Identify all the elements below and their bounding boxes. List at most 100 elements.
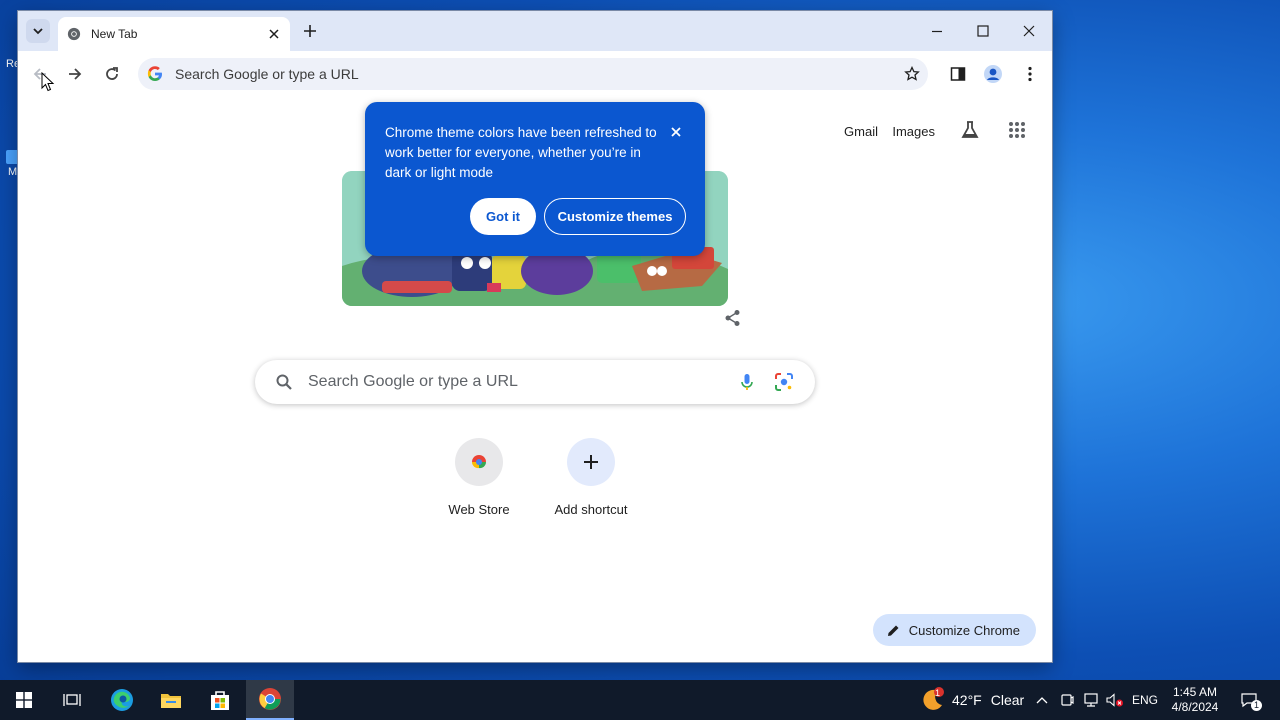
desktop-icon-partial[interactable]: Re <box>0 58 20 70</box>
profile-button[interactable] <box>981 62 1005 86</box>
chrome-favicon-icon <box>67 27 81 41</box>
add-shortcut-circle <box>567 438 615 486</box>
search-icon <box>276 374 292 390</box>
show-hidden-icons-button[interactable] <box>1036 680 1048 720</box>
flask-icon <box>961 121 979 138</box>
arrow-right-icon <box>69 68 82 80</box>
plus-icon <box>304 25 316 37</box>
kebab-menu-icon <box>1028 66 1032 82</box>
chevron-up-icon <box>1036 697 1048 704</box>
customize-chrome-label: Customize Chrome <box>908 622 1020 638</box>
customize-chrome-button[interactable]: Customize Chrome <box>872 614 1036 646</box>
tray-meet-now[interactable] <box>1060 680 1074 720</box>
microphone-icon <box>741 374 753 390</box>
side-panel-button[interactable] <box>946 62 970 86</box>
weather-alert-badge: 1 <box>935 688 941 698</box>
web-store-icon <box>471 455 487 469</box>
address-bar[interactable]: Search Google or type a URL <box>138 58 928 90</box>
shortcut-label: Add shortcut <box>554 502 628 517</box>
close-window-button[interactable] <box>1006 11 1052 51</box>
network-icon <box>1084 693 1098 707</box>
desktop-icon-label: M <box>8 166 18 178</box>
shortcut-web-store[interactable]: Web Store <box>431 438 527 517</box>
tab-search-button[interactable] <box>26 19 50 43</box>
got-it-button[interactable]: Got it <box>470 198 536 235</box>
chrome-menu-button[interactable] <box>1018 62 1042 86</box>
notification-count-badge: 1 <box>1251 700 1263 711</box>
doodle-share-button[interactable] <box>724 309 742 327</box>
action-center-button[interactable]: 1 <box>1236 680 1263 720</box>
google-lens-icon <box>775 373 793 391</box>
bookmark-star-button[interactable] <box>902 64 922 84</box>
taskbar-store[interactable] <box>196 680 244 720</box>
images-link[interactable]: Images <box>892 124 935 139</box>
close-icon <box>269 29 279 39</box>
close-icon <box>1023 25 1035 37</box>
close-icon <box>671 127 681 137</box>
address-bar-placeholder: Search Google or type a URL <box>175 66 359 82</box>
avatar-icon <box>984 65 1002 83</box>
language-indicator: ENG <box>1132 693 1159 707</box>
labs-button[interactable] <box>960 120 980 145</box>
shortcut-label: Web Store <box>448 502 510 517</box>
windows-logo-icon <box>16 692 32 708</box>
google-apps-button[interactable] <box>1008 121 1026 144</box>
task-view-icon <box>63 694 81 706</box>
chrome-window: New Tab Search Google or type a URL Gmai… <box>18 11 1052 662</box>
new-tab-page: Gmail Images Chrome theme colors have be… <box>18 97 1052 662</box>
speaker-muted-icon <box>1106 693 1123 707</box>
tab-strip: New Tab <box>18 11 1052 51</box>
weather-widget[interactable]: 1 42°F Clear <box>920 680 1024 720</box>
minimize-button[interactable] <box>914 11 960 51</box>
input-language[interactable]: ENG <box>1132 680 1158 720</box>
store-bag-icon <box>211 691 229 710</box>
app-tray-icon <box>1061 694 1074 706</box>
weather-description: Clear <box>990 692 1025 708</box>
popup-message: Chrome theme colors have been refreshed … <box>385 125 657 180</box>
taskbar-chrome[interactable] <box>246 680 294 720</box>
pencil-icon <box>887 625 899 636</box>
maximize-button[interactable] <box>960 11 1006 51</box>
windows-taskbar: 1 42°F Clear ENG 1:45 AM 4/8/2024 1 <box>0 680 1280 720</box>
side-panel-icon <box>950 67 966 81</box>
edge-icon <box>111 689 133 711</box>
apps-grid-icon <box>1009 122 1025 138</box>
plus-icon <box>584 455 598 469</box>
moon-weather-icon <box>923 687 944 710</box>
minimize-icon <box>932 30 942 33</box>
taskbar-edge[interactable] <box>98 680 146 720</box>
lens-search-button[interactable] <box>774 372 794 392</box>
customize-themes-button[interactable]: Customize themes <box>544 198 686 235</box>
new-tab-button[interactable] <box>300 21 320 41</box>
tray-network[interactable] <box>1083 680 1099 720</box>
clock-time: 1:45 AM <box>1172 685 1218 699</box>
share-icon <box>725 310 740 326</box>
weather-temperature: 42°F <box>952 692 982 708</box>
chevron-down-icon <box>33 28 43 35</box>
ntp-search-box[interactable]: Search Google or type a URL <box>255 360 815 404</box>
clock[interactable]: 1:45 AM 4/8/2024 <box>1166 680 1224 720</box>
popup-close-button[interactable] <box>669 125 683 139</box>
tab-new-tab[interactable]: New Tab <box>58 17 290 51</box>
maximize-icon <box>977 25 989 37</box>
web-store-icon-circle <box>455 438 503 486</box>
shortcut-add[interactable]: Add shortcut <box>543 438 639 517</box>
gmail-link[interactable]: Gmail <box>844 124 878 139</box>
tab-close-button[interactable] <box>266 26 282 42</box>
tab-title: New Tab <box>91 27 138 41</box>
voice-search-button[interactable] <box>737 372 757 392</box>
task-view-button[interactable] <box>48 680 96 720</box>
taskbar-file-explorer[interactable] <box>147 680 195 720</box>
tray-volume[interactable] <box>1106 680 1124 720</box>
ntp-search-placeholder: Search Google or type a URL <box>308 373 518 390</box>
start-button[interactable] <box>0 680 48 720</box>
mouse-cursor-icon <box>41 72 55 92</box>
desktop-icon-partial[interactable]: M <box>0 150 20 178</box>
folder-icon <box>161 694 181 708</box>
reload-button[interactable] <box>100 62 124 86</box>
theme-refresh-popup: Chrome theme colors have been refreshed … <box>365 102 705 256</box>
clock-date: 4/8/2024 <box>1171 700 1219 714</box>
forward-button[interactable] <box>63 62 87 86</box>
browser-toolbar: Search Google or type a URL <box>18 51 1052 98</box>
google-g-icon <box>147 66 162 81</box>
